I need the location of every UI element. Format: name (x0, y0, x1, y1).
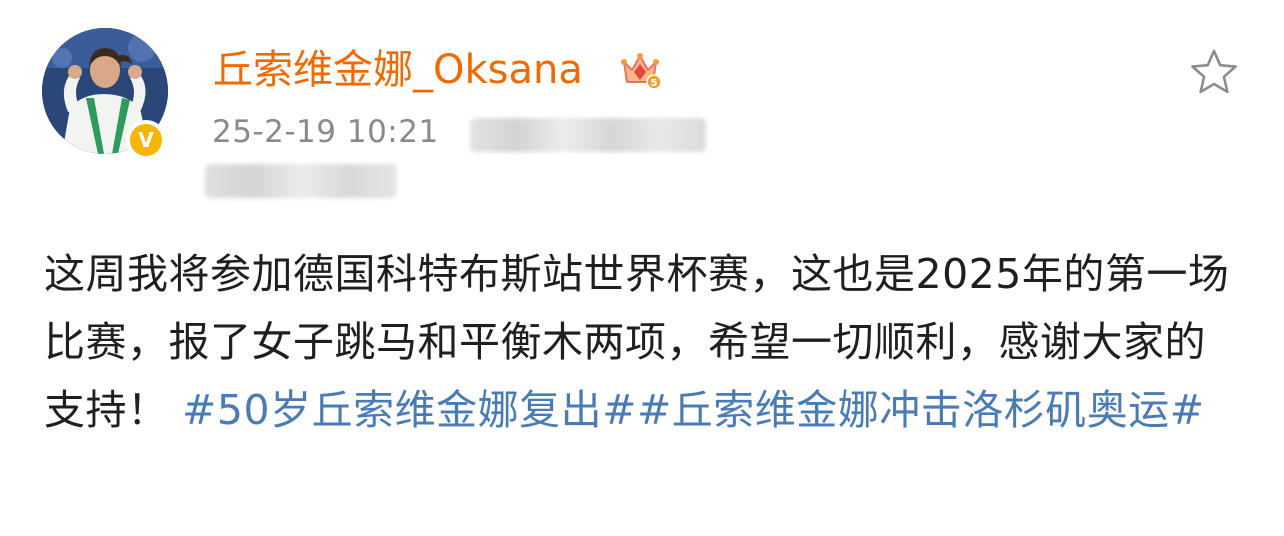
blurred-source-info (470, 118, 706, 152)
avatar[interactable]: V (42, 28, 168, 160)
weibo-post: V 丘索维金娜_Oksana 5 25-2-19 10:21 这周我将参加德国科… (0, 0, 1284, 536)
hashtag-link[interactable]: #50岁丘索维金娜复出# (182, 386, 637, 434)
username[interactable]: 丘索维金娜_Oksana (213, 42, 583, 98)
crown-icon[interactable]: 5 (618, 48, 662, 92)
post-timestamp: 25-2-19 10:21 (212, 114, 439, 150)
post-content: 这周我将参加德国科特布斯站世界杯赛，这也是2025年的第一场比赛，报了女子跳马和… (44, 240, 1244, 444)
blurred-meta-info (205, 164, 397, 198)
verified-icon: V (126, 120, 166, 160)
hashtag-link[interactable]: #丘索维金娜冲击洛杉矶奥运# (637, 386, 1205, 434)
star-icon[interactable] (1188, 46, 1240, 98)
svg-text:5: 5 (651, 78, 658, 89)
